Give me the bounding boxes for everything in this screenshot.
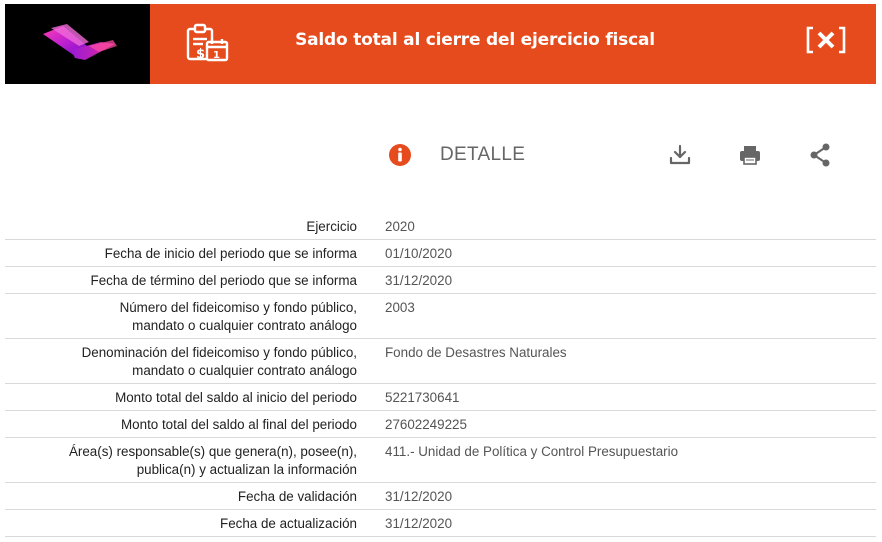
- detail-row: Ejercicio 2020: [5, 213, 876, 240]
- detail-row: Fecha de validación 31/12/2020: [5, 482, 876, 510]
- detail-value: 01/10/2020: [357, 239, 876, 267]
- share-icon: [810, 143, 830, 167]
- detail-label: Denominación del fideicomiso y fondo púb…: [5, 338, 357, 384]
- download-button[interactable]: [667, 142, 693, 168]
- detail-value: 31/12/2020: [357, 509, 876, 537]
- print-button[interactable]: [737, 142, 763, 168]
- detail-label: Ejercicio: [5, 213, 357, 240]
- brand-logo: [5, 4, 150, 84]
- detail-table: Ejercicio 2020 Fecha de inicio del perio…: [5, 213, 876, 537]
- detail-label: Fecha de término del periodo que se info…: [5, 266, 357, 294]
- detail-row: Denominación del fideicomiso y fondo púb…: [5, 338, 876, 384]
- print-icon: [740, 146, 760, 165]
- close-button[interactable]: [805, 22, 847, 58]
- svg-text:1: 1: [213, 50, 220, 61]
- detail-row: Fecha de actualización 31/12/2020: [5, 509, 876, 537]
- detail-row: Monto total del saldo al final del perio…: [5, 410, 876, 438]
- share-button[interactable]: [807, 142, 833, 168]
- detail-label: Número del fideicomiso y fondo público, …: [5, 293, 357, 339]
- detail-heading: DETALLE: [440, 144, 526, 165]
- detail-value: 31/12/2020: [357, 482, 876, 510]
- detail-toolbar: DETALLE: [0, 140, 882, 172]
- detail-value: Fondo de Desastres Naturales: [357, 338, 876, 384]
- detail-row: Fecha de término del periodo que se info…: [5, 266, 876, 294]
- detail-label: Área(s) responsable(s) que genera(n), po…: [5, 437, 357, 483]
- clipboard-calendar-icon: $ 1: [185, 22, 233, 70]
- detail-value: 2003: [357, 293, 876, 339]
- detail-label: Monto total del saldo al final del perio…: [5, 410, 357, 438]
- detail-value: 31/12/2020: [357, 266, 876, 294]
- detail-value: 411.- Unidad de Política y Control Presu…: [357, 437, 876, 483]
- modal-header: $ 1 Saldo total al cierre del ejercicio …: [5, 4, 876, 84]
- detail-value: 27602249225: [357, 410, 876, 438]
- detail-label: Fecha de validación: [5, 482, 357, 510]
- download-icon: [669, 144, 691, 165]
- info-icon: [388, 143, 412, 167]
- detail-row: Área(s) responsable(s) que genera(n), po…: [5, 437, 876, 483]
- detail-value: 5221730641: [357, 383, 876, 411]
- detail-label: Fecha de actualización: [5, 509, 357, 537]
- page-title: Saldo total al cierre del ejercicio fisc…: [295, 30, 655, 50]
- detail-label: Fecha de inicio del periodo que se infor…: [5, 239, 357, 267]
- detail-row: Fecha de inicio del periodo que se infor…: [5, 239, 876, 267]
- detail-row: Número del fideicomiso y fondo público, …: [5, 293, 876, 339]
- svg-text:$: $: [196, 47, 205, 62]
- detail-value: 2020: [357, 213, 876, 240]
- detail-row: Monto total del saldo al inicio del peri…: [5, 383, 876, 411]
- detail-label: Monto total del saldo al inicio del peri…: [5, 383, 357, 411]
